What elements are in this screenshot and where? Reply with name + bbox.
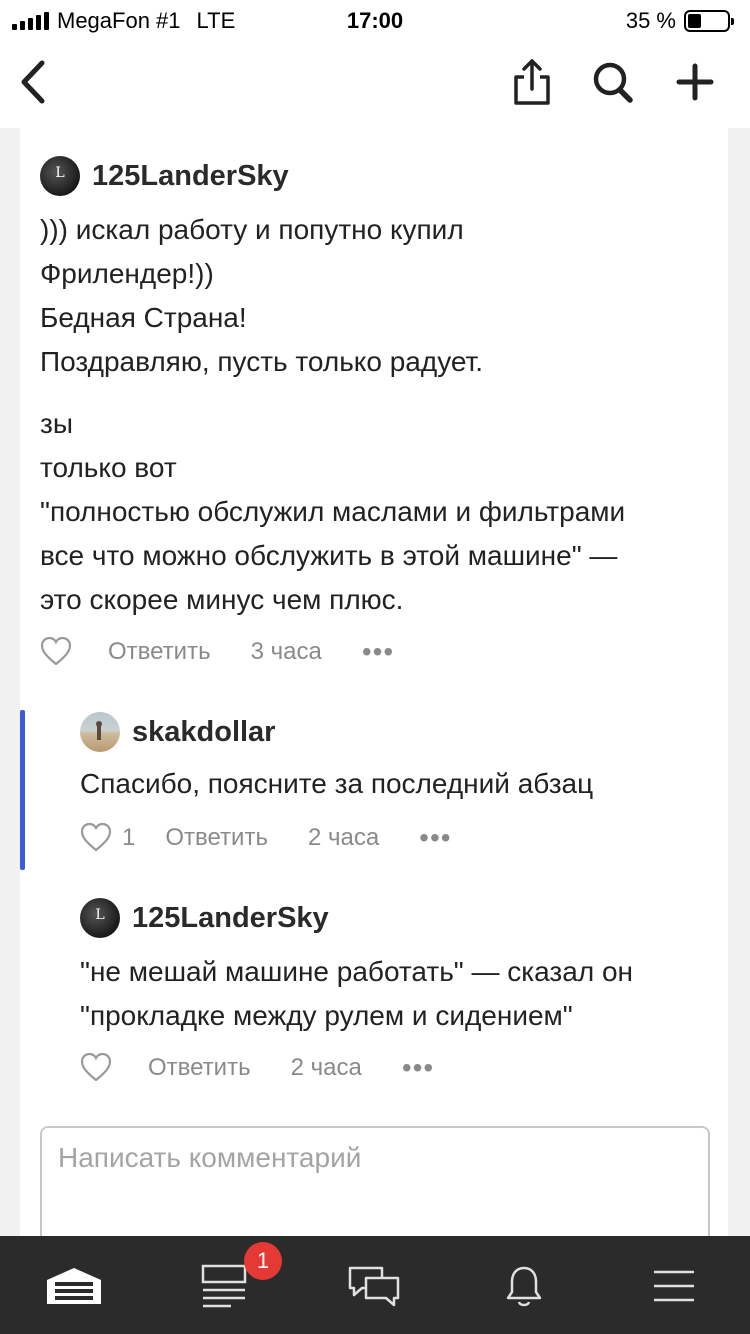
comment-author[interactable]: 125LanderSky (92, 160, 289, 193)
comment-author[interactable]: 125LanderSky (132, 902, 329, 935)
comment-line: Фрилендер!)) (40, 258, 214, 289)
avatar[interactable]: L (80, 898, 120, 938)
thread-indicator (20, 710, 25, 870)
reply-button[interactable]: Ответить (148, 1054, 251, 1082)
comment-time: 2 часа (290, 1054, 362, 1081)
comment-actions: Ответить 2 часа ••• (80, 1048, 434, 1088)
more-icon[interactable]: ••• (419, 822, 451, 854)
comment-line: это скорее минус чем плюс. (40, 584, 404, 615)
search-icon[interactable] (585, 54, 641, 110)
menu-icon[interactable] (644, 1258, 704, 1314)
comment-line: "не мешай машине работать" — сказал он (80, 956, 633, 987)
more-icon[interactable]: ••• (402, 1052, 434, 1084)
status-bar: MegaFon #1 LTE 17:00 35 % (0, 0, 750, 40)
comment-text: ))) искал работу и попутно купил Фриленд… (40, 208, 710, 622)
garage-icon[interactable] (44, 1258, 104, 1314)
comment-input[interactable] (42, 1128, 708, 1188)
comment-line: Спасибо, поясните за последний абзац (80, 768, 594, 799)
back-icon[interactable] (6, 54, 62, 110)
tab-bar: 1 (0, 1236, 750, 1334)
comment-line: "полностью обслужил маслами и фильтрами (40, 496, 626, 527)
like-count: 1 (122, 824, 136, 851)
nav-bar (0, 40, 750, 128)
reply-button[interactable]: Ответить (165, 824, 268, 852)
avatar[interactable]: L (40, 156, 80, 196)
comment-text: Спасибо, поясните за последний абзац (80, 762, 710, 806)
comment-line: все что можно обслужить в этой машине" — (40, 540, 618, 571)
like-icon[interactable] (80, 1052, 112, 1084)
comment-line: ))) искал работу и попутно купил (40, 214, 464, 245)
comment-line: Поздравляю, пусть только радует. (40, 346, 484, 377)
battery-fill (688, 14, 702, 28)
comments-card: L 125LanderSky ))) искал работу и попутн… (20, 128, 728, 1256)
plus-icon[interactable] (667, 54, 723, 110)
notification-badge: 1 (244, 1242, 282, 1280)
more-icon[interactable]: ••• (362, 636, 394, 668)
like-icon[interactable] (80, 822, 112, 854)
bell-icon[interactable] (494, 1258, 554, 1314)
comment-line: только вот (40, 452, 177, 483)
battery-percent: 35 % (625, 8, 676, 33)
battery-icon (684, 10, 734, 32)
comment-line: зы (40, 408, 73, 439)
reply-button[interactable]: Ответить (108, 638, 211, 666)
comment-author[interactable]: skakdollar (132, 716, 275, 749)
comment-actions: Ответить 3 часа ••• (40, 632, 394, 672)
comment-line: Бедная Страна! (40, 302, 247, 333)
comment-time: 3 часа (250, 638, 322, 665)
comment-line: "прокладке между рулем и сидением" (80, 1000, 573, 1031)
avatar[interactable] (80, 712, 120, 752)
comment-time: 2 часа (307, 824, 380, 851)
messages-icon[interactable] (344, 1258, 404, 1314)
status-right: 35 % (625, 8, 734, 34)
like-icon[interactable] (40, 636, 72, 668)
comment-actions: 1 Ответить 2 часа ••• (80, 818, 452, 858)
share-icon[interactable] (504, 54, 560, 110)
comment-text: "не мешай машине работать" — сказал он "… (80, 950, 710, 1038)
